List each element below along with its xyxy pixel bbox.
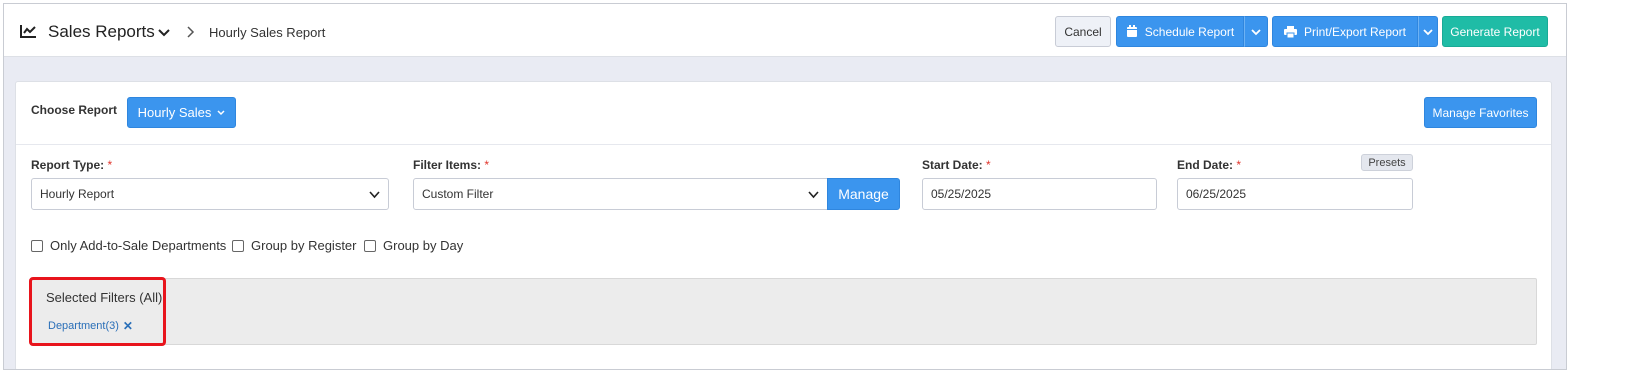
end-date-label: End Date: * <box>1177 158 1241 172</box>
report-selector-label: Hourly Sales <box>137 105 212 120</box>
chevron-down-icon <box>369 191 380 199</box>
chevron-right-icon <box>187 26 195 38</box>
end-date-label-text: End Date: <box>1177 158 1234 172</box>
manage-filters-button[interactable]: Manage <box>827 178 900 210</box>
start-date-label: Start Date: * <box>922 158 991 172</box>
page-header: Sales Reports Hourly Sales Report Cancel… <box>4 4 1566 57</box>
printer-icon <box>1283 25 1297 38</box>
print-export-dropdown[interactable] <box>1418 16 1438 47</box>
chevron-down-icon <box>808 191 819 199</box>
report-selector-button[interactable]: Hourly Sales <box>127 97 236 128</box>
generate-report-button[interactable]: Generate Report <box>1442 16 1548 47</box>
option-label: Only Add-to-Sale Departments <box>50 238 227 253</box>
required-marker: * <box>1236 158 1242 172</box>
option-group-by-day[interactable]: Group by Day <box>364 238 463 253</box>
option-label: Group by Register <box>251 238 357 253</box>
start-date-input[interactable]: 05/25/2025 <box>922 178 1157 210</box>
filter-items-value: Custom Filter <box>422 187 494 201</box>
checkbox[interactable] <box>364 239 376 252</box>
selected-filters-title: Selected Filters (All) <box>46 290 163 305</box>
divider <box>16 144 1551 145</box>
chevron-down-icon <box>1251 28 1261 35</box>
filter-items-select[interactable]: Custom Filter <box>413 178 828 210</box>
breadcrumb-current: Hourly Sales Report <box>209 25 326 40</box>
report-settings-panel: Choose Report Hourly Sales Manage Favori… <box>15 81 1552 369</box>
cancel-button[interactable]: Cancel <box>1055 16 1111 47</box>
end-date-input[interactable]: 06/25/2025 <box>1177 178 1413 210</box>
schedule-report-button[interactable]: Schedule Report <box>1116 16 1244 47</box>
checkbox[interactable] <box>232 239 244 252</box>
print-export-button[interactable]: Print/Export Report <box>1272 16 1418 47</box>
start-date-label-text: Start Date: <box>922 158 983 172</box>
option-only-add-to-sale[interactable]: Only Add-to-Sale Departments <box>31 238 226 253</box>
calendar-icon <box>1126 25 1137 37</box>
filter-tag-label: Department(3) <box>48 320 119 332</box>
presets-button[interactable]: Presets <box>1361 154 1413 171</box>
filter-tag-department[interactable]: Department(3) ✕ <box>48 319 133 333</box>
filter-items-label-text: Filter Items: <box>413 158 482 172</box>
report-type-select[interactable]: Hourly Report <box>31 178 389 210</box>
chevron-down-icon <box>1423 28 1433 35</box>
report-type-value: Hourly Report <box>40 187 115 201</box>
checkbox[interactable] <box>31 239 43 252</box>
selected-filters-bar: Selected Filters (All) Department(3) ✕ <box>31 278 1537 345</box>
schedule-report-dropdown[interactable] <box>1244 16 1268 47</box>
report-type-label: Report Type: * <box>31 158 112 172</box>
chevron-down-icon <box>217 109 225 115</box>
app-window: Sales Reports Hourly Sales Report Cancel… <box>3 3 1567 370</box>
report-type-label-text: Report Type: <box>31 158 105 172</box>
manage-favorites-button[interactable]: Manage Favorites <box>1424 97 1537 128</box>
option-group-by-register[interactable]: Group by Register <box>232 238 357 253</box>
print-export-label: Print/Export Report <box>1303 24 1407 39</box>
line-chart-icon <box>20 25 36 38</box>
page-title: Sales Reports <box>48 22 155 41</box>
choose-report-label: Choose Report <box>31 103 118 117</box>
required-marker: * <box>986 158 991 172</box>
required-marker: * <box>484 158 490 172</box>
required-marker: * <box>107 158 113 172</box>
option-label: Group by Day <box>383 238 464 253</box>
schedule-report-label: Schedule Report <box>1144 24 1235 39</box>
close-x-icon[interactable]: ✕ <box>123 319 133 333</box>
chevron-down-icon[interactable] <box>157 26 171 40</box>
filter-items-label: Filter Items: * <box>413 158 489 172</box>
